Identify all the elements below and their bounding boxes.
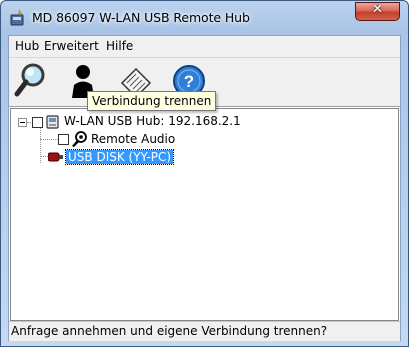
tree-connector (40, 139, 58, 140)
app-icon (10, 9, 24, 26)
menu-erweitert[interactable]: Erweitert (44, 39, 99, 53)
client-area: Hub Erweitert Hilfe ? W-LAN USB Hub: 192… (8, 35, 401, 341)
svg-text:?: ? (184, 72, 194, 91)
hub-checkbox[interactable] (32, 117, 43, 128)
tree-item-remote-audio[interactable]: Remote Audio (91, 132, 175, 146)
usb-disk-icon (48, 152, 63, 162)
tooltip: Verbindung trennen (87, 91, 217, 111)
menu-hub[interactable]: Hub (15, 39, 39, 53)
device-tree[interactable]: W-LAN USB Hub: 192.168.2.1 Remote Audio … (10, 108, 399, 321)
collapse-toggle[interactable] (18, 118, 27, 127)
tree-connector (40, 127, 41, 163)
status-text: Anfrage annehmen und eigene Verbindung t… (11, 324, 328, 338)
hub-icon (46, 115, 59, 129)
close-icon: ✕ (372, 2, 383, 17)
remote-audio-checkbox[interactable] (58, 134, 69, 145)
tree-connector (27, 122, 31, 123)
search-button[interactable] (11, 61, 51, 101)
menu-hilfe[interactable]: Hilfe (106, 39, 133, 53)
status-bar: Anfrage annehmen und eigene Verbindung t… (9, 321, 400, 341)
close-button[interactable]: ✕ (355, 2, 400, 21)
magnifier-icon (14, 63, 45, 97)
menu-bar: Hub Erweitert Hilfe (9, 36, 400, 58)
window-title: MD 86097 W-LAN USB Remote Hub (32, 10, 250, 25)
tree-item-usb-disk[interactable]: USB DISK (YY-PC) (64, 149, 175, 165)
audio-device-icon (72, 131, 87, 147)
app-window: MD 86097 W-LAN USB Remote Hub ✕ Hub Erwe… (0, 0, 409, 347)
title-bar[interactable]: MD 86097 W-LAN USB Remote Hub ✕ (1, 1, 408, 35)
hub-label[interactable]: W-LAN USB Hub: 192.168.2.1 (64, 114, 241, 128)
